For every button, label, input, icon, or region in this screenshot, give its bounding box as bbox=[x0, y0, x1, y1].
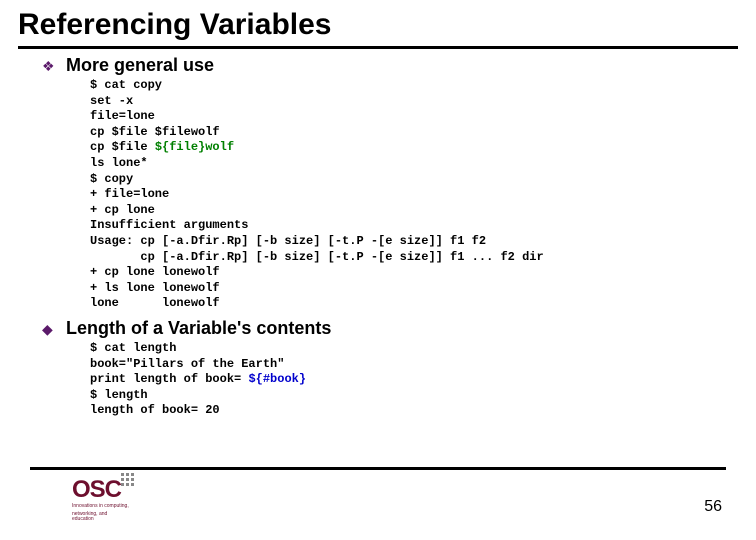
code-line: ls lone* bbox=[90, 156, 148, 170]
highlighted-syntax: ${#book} bbox=[248, 372, 306, 386]
code-line: + ls lone lonewolf bbox=[90, 281, 220, 295]
code-line: + cp lone lonewolf bbox=[90, 265, 220, 279]
section-heading-1-text: More general use bbox=[66, 55, 214, 76]
code-line: cp [-a.Dfir.Rp] [-b size] [-t.P -[e size… bbox=[90, 250, 544, 264]
logo-tagline-1: Innovations in computing, bbox=[72, 504, 130, 510]
diamond-solid-icon: ◆ bbox=[42, 322, 58, 336]
diamond-outline-icon: ❖ bbox=[42, 59, 58, 73]
code-block-2: $ cat length book="Pillars of the Earth"… bbox=[42, 341, 714, 419]
code-line: $ cat length bbox=[90, 341, 176, 355]
section-heading-1: ❖ More general use bbox=[42, 55, 714, 76]
code-line: Usage: cp [-a.Dfir.Rp] [-b size] [-t.P -… bbox=[90, 234, 486, 248]
logo-tagline-2: networking, and education bbox=[72, 512, 130, 523]
osc-logo: OSC Innovations in computing, networking… bbox=[72, 478, 130, 526]
title-underline bbox=[18, 46, 738, 49]
code-line: file=lone bbox=[90, 109, 155, 123]
code-line: print length of book= ${#book} bbox=[90, 372, 306, 386]
code-line: length of book= 20 bbox=[90, 403, 220, 417]
code-line: + cp lone bbox=[90, 203, 155, 217]
code-block-1: $ cat copy set -x file=lone cp $file $fi… bbox=[42, 78, 714, 312]
code-line: cp $file ${file}wolf bbox=[90, 140, 234, 154]
code-line: $ length bbox=[90, 388, 148, 402]
code-line: $ cat copy bbox=[90, 78, 162, 92]
highlighted-syntax: ${file}wolf bbox=[155, 140, 234, 154]
content-area: ❖ More general use $ cat copy set -x fil… bbox=[0, 55, 756, 419]
code-line: $ copy bbox=[90, 172, 133, 186]
code-line: Insufficient arguments bbox=[90, 218, 248, 232]
code-line: lone lonewolf bbox=[90, 296, 220, 310]
footer-divider bbox=[30, 467, 726, 470]
code-line: + file=lone bbox=[90, 187, 169, 201]
section-heading-2-text: Length of a Variable's contents bbox=[66, 318, 331, 339]
section-heading-2: ◆ Length of a Variable's contents bbox=[42, 318, 714, 339]
code-line: book="Pillars of the Earth" bbox=[90, 357, 284, 371]
slide: Referencing Variables ❖ More general use… bbox=[0, 0, 756, 540]
code-line: cp $file $filewolf bbox=[90, 125, 220, 139]
logo-dots-icon bbox=[121, 473, 134, 486]
code-line: set -x bbox=[90, 94, 133, 108]
page-title: Referencing Variables bbox=[0, 0, 756, 46]
page-number: 56 bbox=[704, 498, 722, 516]
